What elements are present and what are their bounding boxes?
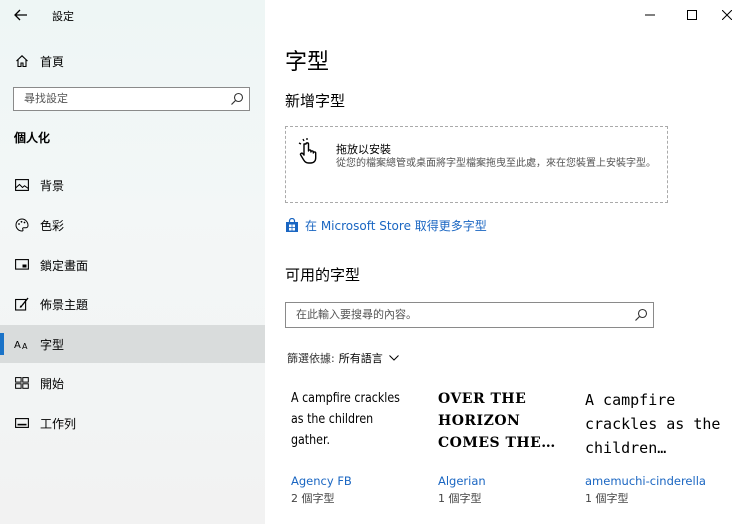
font-sample: A campfire crackles as the children gath… — [291, 390, 400, 448]
lock-screen-icon — [14, 257, 30, 273]
main-content: 字型 新增字型 拖放以安裝 從您的檔案總管或桌面將字型檔案拖曳至此處，來在您裝置… — [265, 0, 750, 524]
font-card-agency-fb[interactable]: A campfire crackles as the children gath… — [285, 388, 420, 508]
font-sample: A campfire crackles as the children… — [585, 391, 721, 457]
font-card-amemuchi-cinderella[interactable]: A campfire crackles as the children… ame… — [579, 388, 729, 508]
sidebar-item-label: 首頁 — [40, 54, 65, 69]
title-bar-left: 設定 — [0, 0, 265, 30]
sidebar-item-label: 佈景主題 — [40, 297, 89, 312]
theme-brush-icon — [14, 296, 30, 312]
font-card-algerian[interactable]: OVER THE HORIZON COMES THE… Algerian 1 個… — [432, 388, 567, 508]
settings-search-input[interactable] — [22, 91, 226, 106]
back-button[interactable] — [8, 4, 34, 26]
microsoft-store-link[interactable]: 在 Microsoft Store 取得更多字型 — [285, 215, 487, 235]
maximize-icon — [687, 10, 697, 20]
filter-value: 所有語言 — [338, 352, 383, 365]
close-icon — [722, 10, 732, 20]
section-heading: 個人化 — [14, 131, 51, 145]
page-title: 字型 — [285, 50, 330, 75]
font-sample: OVER THE HORIZON COMES THE… — [438, 391, 556, 451]
font-name: Agency FB — [291, 474, 352, 488]
palette-icon — [14, 217, 30, 233]
sidebar-item-label: 字型 — [40, 337, 65, 352]
add-fonts-heading: 新增字型 — [285, 92, 346, 110]
sidebar-item-label: 背景 — [40, 178, 65, 193]
font-count: 2 個字型 — [291, 492, 335, 505]
sidebar-item-fonts[interactable]: AA 字型 — [0, 325, 265, 363]
minimize-button[interactable] — [627, 0, 673, 30]
svg-text:A: A — [14, 340, 21, 351]
font-drop-zone[interactable]: 拖放以安裝 從您的檔案總管或桌面將字型檔案拖曳至此處，來在您裝置上安裝字型。 — [285, 126, 668, 203]
sidebar-item-background[interactable]: 背景 — [0, 166, 265, 204]
start-grid-icon — [14, 375, 30, 391]
drop-zone-description: 從您的檔案總管或桌面將字型檔案拖曳至此處，來在您裝置上安裝字型。 — [336, 158, 656, 169]
sidebar: 設定 首頁 個人化 背景 色彩 鎖定畫面 佈景主題 — [0, 0, 265, 524]
font-icon: AA — [14, 336, 30, 352]
store-link-label: 在 Microsoft Store 取得更多字型 — [305, 218, 487, 233]
app-title: 設定 — [52, 10, 74, 23]
search-icon[interactable] — [230, 92, 244, 106]
filter-label: 篩選依據: — [287, 352, 335, 365]
available-fonts-heading: 可用的字型 — [285, 266, 361, 284]
home-icon — [14, 53, 30, 69]
sidebar-item-themes[interactable]: 佈景主題 — [0, 285, 265, 323]
sidebar-item-start[interactable]: 開始 — [0, 364, 265, 402]
font-search-box[interactable] — [285, 302, 654, 328]
sidebar-item-label: 鎖定畫面 — [40, 258, 89, 273]
chevron-down-icon — [388, 355, 399, 361]
store-bag-icon — [286, 217, 298, 232]
image-icon — [14, 177, 30, 193]
sidebar-item-lock-screen[interactable]: 鎖定畫面 — [0, 246, 265, 284]
font-count: 1 個字型 — [585, 492, 629, 505]
settings-search-box[interactable] — [13, 87, 250, 111]
sidebar-item-label: 色彩 — [40, 218, 65, 233]
drag-hand-icon — [298, 138, 317, 164]
sidebar-item-taskbar[interactable]: 工作列 — [0, 404, 265, 442]
sidebar-item-label: 開始 — [40, 376, 65, 391]
taskbar-icon — [14, 415, 30, 431]
sidebar-item-label: 工作列 — [40, 416, 77, 431]
font-count: 1 個字型 — [438, 492, 482, 505]
font-name: amemuchi-cinderella — [585, 474, 706, 488]
sidebar-item-colors[interactable]: 色彩 — [0, 206, 265, 244]
font-name: Algerian — [438, 474, 486, 488]
close-button[interactable] — [704, 0, 750, 30]
sidebar-item-home[interactable]: 首頁 — [0, 46, 265, 76]
minimize-icon — [645, 14, 655, 16]
drop-zone-title: 拖放以安裝 — [336, 143, 391, 156]
language-filter[interactable]: 篩選依據: 所有語言 — [287, 350, 399, 366]
svg-text:A: A — [22, 342, 28, 351]
search-icon[interactable] — [634, 308, 648, 322]
back-arrow-icon — [14, 9, 27, 21]
font-search-input[interactable] — [294, 307, 618, 322]
